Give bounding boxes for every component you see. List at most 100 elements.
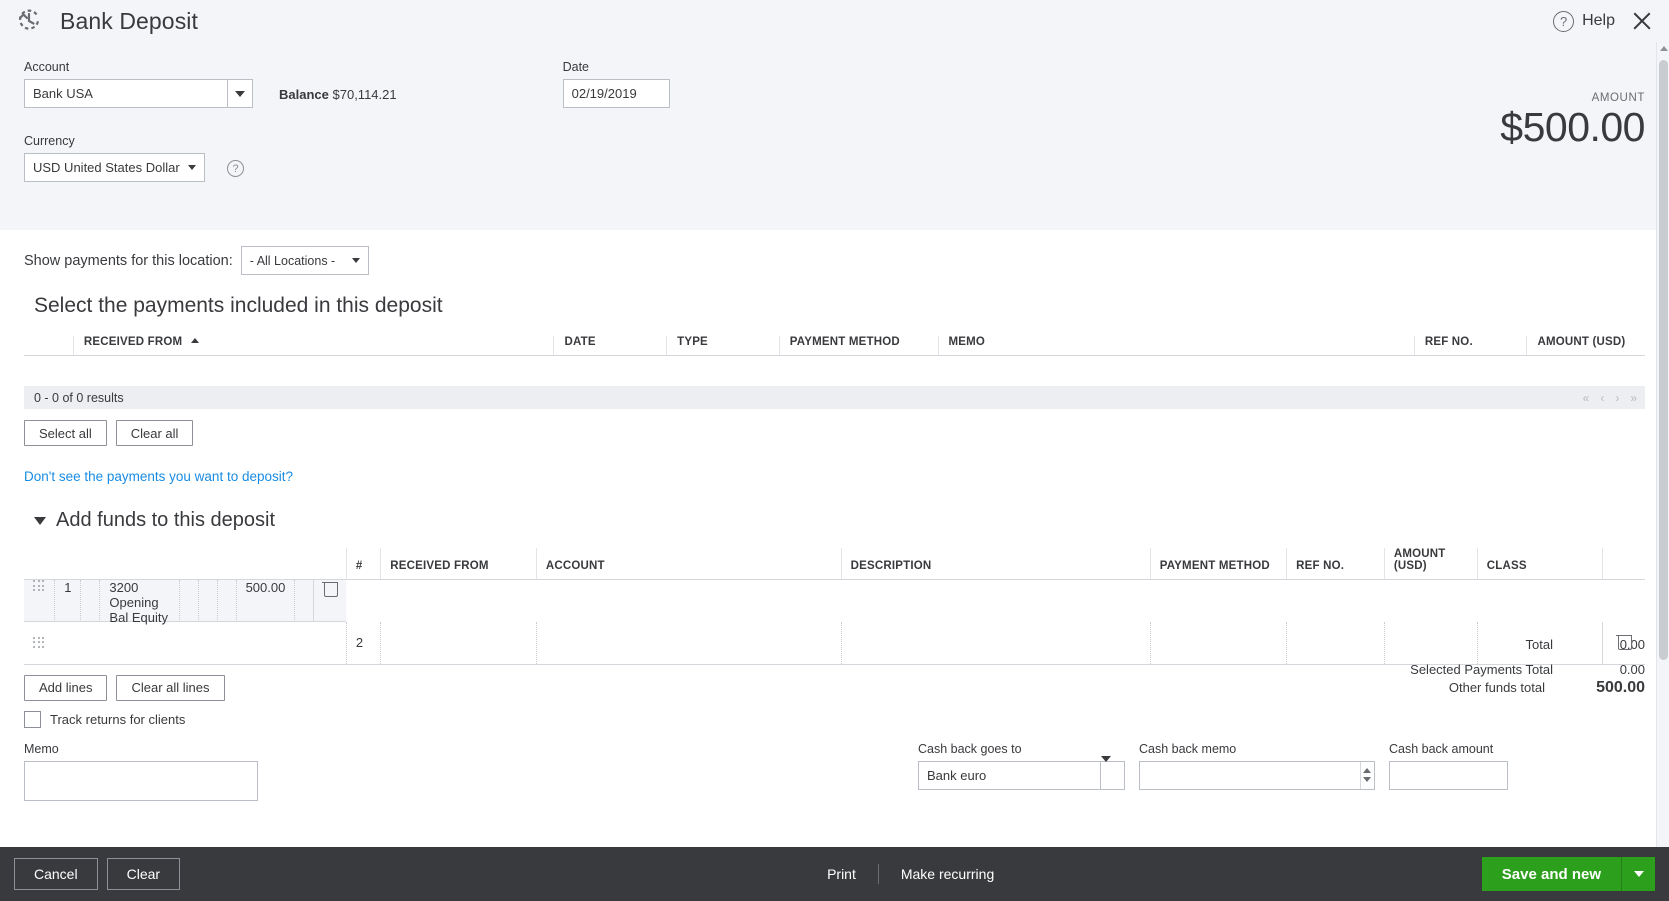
select-all-button[interactable]: Select all (24, 420, 107, 446)
row-account[interactable]: 3200 Opening Bal Equity (99, 580, 179, 625)
print-button[interactable]: Print (805, 866, 878, 882)
payments-col-select (24, 336, 74, 356)
add-funds-section-title: Add funds to this deposit (34, 509, 1645, 532)
balance-label: Balance (279, 87, 329, 102)
header-actions: ? Help (1553, 0, 1655, 42)
track-returns-checkbox[interactable] (24, 710, 41, 728)
cash-back-memo-field[interactable] (1139, 760, 1375, 790)
add-lines-button[interactable]: Add lines (24, 674, 108, 701)
save-and-new-group: Save and new (1481, 857, 1655, 891)
account-label: Account (24, 60, 70, 74)
funds-col-account: ACCOUNT (535, 548, 842, 580)
payments-col-payment-method[interactable]: PAYMENT METHOD (778, 336, 938, 356)
row-number: 1 (54, 580, 81, 622)
funds-action-buttons: Add lines Clear all lines (24, 674, 225, 701)
scroll-up-icon[interactable] (1660, 46, 1668, 51)
no-payments-link[interactable]: Don't see the payments you want to depos… (24, 469, 293, 484)
funds-col-ref-no: REF NO. (1286, 548, 1385, 580)
cash-back-goes-to-toggle[interactable] (1099, 755, 1125, 789)
account-input[interactable] (25, 80, 228, 107)
cash-back-goes-to-input[interactable] (919, 761, 1100, 789)
delete-row-button[interactable] (313, 580, 347, 622)
row-drag-handle[interactable] (24, 580, 55, 622)
add-funds-title-label: Add funds to this deposit (56, 509, 276, 531)
date-field-block: Date (562, 60, 670, 108)
chevron-down-icon (351, 258, 360, 263)
currency-row: Currency USD United States Dollar ? (24, 134, 1645, 182)
cash-back-memo-input[interactable] (1140, 761, 1360, 789)
account-balance: Balance $70,114.21 (279, 87, 397, 108)
pagination-first-icon[interactable]: « (1583, 391, 1590, 405)
row-description[interactable] (840, 622, 1151, 665)
cash-back-fields: Cash back goes to Cash back memo (918, 742, 1508, 806)
cancel-button[interactable]: Cancel (14, 858, 98, 890)
pagination-last-icon[interactable]: » (1630, 391, 1637, 405)
trash-icon (1616, 633, 1633, 651)
spinner-down-icon[interactable] (1363, 777, 1372, 782)
location-filter-row: Show payments for this location: - All L… (24, 230, 1645, 275)
collapse-section-icon[interactable] (34, 516, 46, 525)
amount-label: AMOUNT (1591, 92, 1645, 104)
drag-handle-icon (33, 580, 45, 592)
make-recurring-button[interactable]: Make recurring (879, 866, 1016, 882)
clear-button[interactable]: Clear (106, 858, 181, 890)
currency-help-icon[interactable]: ? (227, 160, 244, 177)
spinner-up-icon[interactable] (1363, 768, 1372, 773)
payments-col-date[interactable]: DATE (553, 336, 667, 356)
payments-col-type[interactable]: TYPE (666, 336, 780, 356)
save-and-new-button[interactable]: Save and new (1481, 857, 1621, 891)
payments-totals: Total 0.00 Selected Payments Total 0.00 (1125, 637, 1645, 687)
memo-textarea[interactable] (24, 760, 258, 801)
quickbooks-recurring-icon (14, 6, 44, 36)
sort-ascending-icon (190, 338, 199, 343)
clear-all-lines-button[interactable]: Clear all lines (116, 674, 225, 701)
chevron-down-icon (1100, 755, 1111, 779)
row-account[interactable] (535, 622, 842, 665)
pagination-next-icon[interactable]: › (1615, 391, 1619, 405)
selected-total-label: Selected Payments Total (1410, 662, 1553, 677)
selected-total-value: 0.00 (1619, 662, 1645, 677)
selected-total-row: Selected Payments Total 0.00 (1125, 662, 1645, 677)
payments-col-memo[interactable]: MEMO (937, 336, 1415, 356)
row-received-from[interactable] (380, 622, 537, 665)
pagination-prev-icon[interactable]: ‹ (1600, 391, 1604, 405)
cash-back-amount-input[interactable] (1390, 761, 1507, 789)
chevron-down-icon (235, 90, 246, 97)
row-amount[interactable]: 500.00 (235, 580, 295, 622)
close-icon[interactable] (1629, 8, 1655, 34)
funds-col-payment-method: PAYMENT METHOD (1149, 548, 1287, 580)
date-label: Date (562, 60, 590, 74)
form-footer: Cancel Clear Print Make recurring Save a… (0, 847, 1669, 901)
account-dropdown-toggle[interactable] (227, 80, 252, 107)
cash-back-amount-field[interactable] (1389, 760, 1508, 790)
cash-back-memo-spinner[interactable] (1359, 761, 1374, 789)
help-button[interactable]: ? Help (1553, 10, 1615, 32)
pagination-controls: « ‹ › » (1583, 391, 1637, 405)
payments-col-received-from[interactable]: RECEIVED FROM (72, 336, 554, 356)
cash-back-amount-label: Cash back amount (1389, 741, 1494, 756)
cash-back-goes-to-dropdown[interactable] (918, 755, 1125, 790)
clear-all-button[interactable]: Clear all (115, 420, 194, 446)
account-dropdown[interactable] (24, 79, 253, 108)
currency-dropdown[interactable]: USD United States Dollar (24, 153, 205, 182)
row-class[interactable] (294, 580, 314, 622)
row-payment-method[interactable] (197, 580, 217, 622)
footer-center-actions: Print Make recurring (805, 864, 1016, 884)
save-options-toggle[interactable] (1621, 857, 1655, 891)
payments-col-amount[interactable]: AMOUNT (USD) (1526, 336, 1645, 356)
scrollbar-thumb[interactable] (1659, 60, 1668, 660)
payments-col-ref-no[interactable]: REF NO. (1413, 336, 1527, 356)
location-dropdown[interactable]: - All Locations - (240, 246, 369, 275)
row-drag-handle[interactable] (24, 622, 347, 665)
date-input[interactable] (562, 79, 670, 108)
row-description[interactable] (178, 580, 198, 622)
track-returns-label: Track returns for clients (50, 711, 186, 727)
row-received-from[interactable] (80, 580, 100, 622)
row-ref-no[interactable] (216, 580, 236, 622)
funds-header-row: # RECEIVED FROM ACCOUNT DESCRIPTION PAYM… (24, 548, 1645, 580)
page-scrollbar[interactable] (1656, 42, 1669, 847)
account-field-block: Account (24, 60, 253, 108)
amount-display: AMOUNT $500.00 (1500, 92, 1645, 149)
track-returns-row[interactable]: Track returns for clients (24, 710, 1645, 728)
total-label: Total (1525, 637, 1553, 652)
